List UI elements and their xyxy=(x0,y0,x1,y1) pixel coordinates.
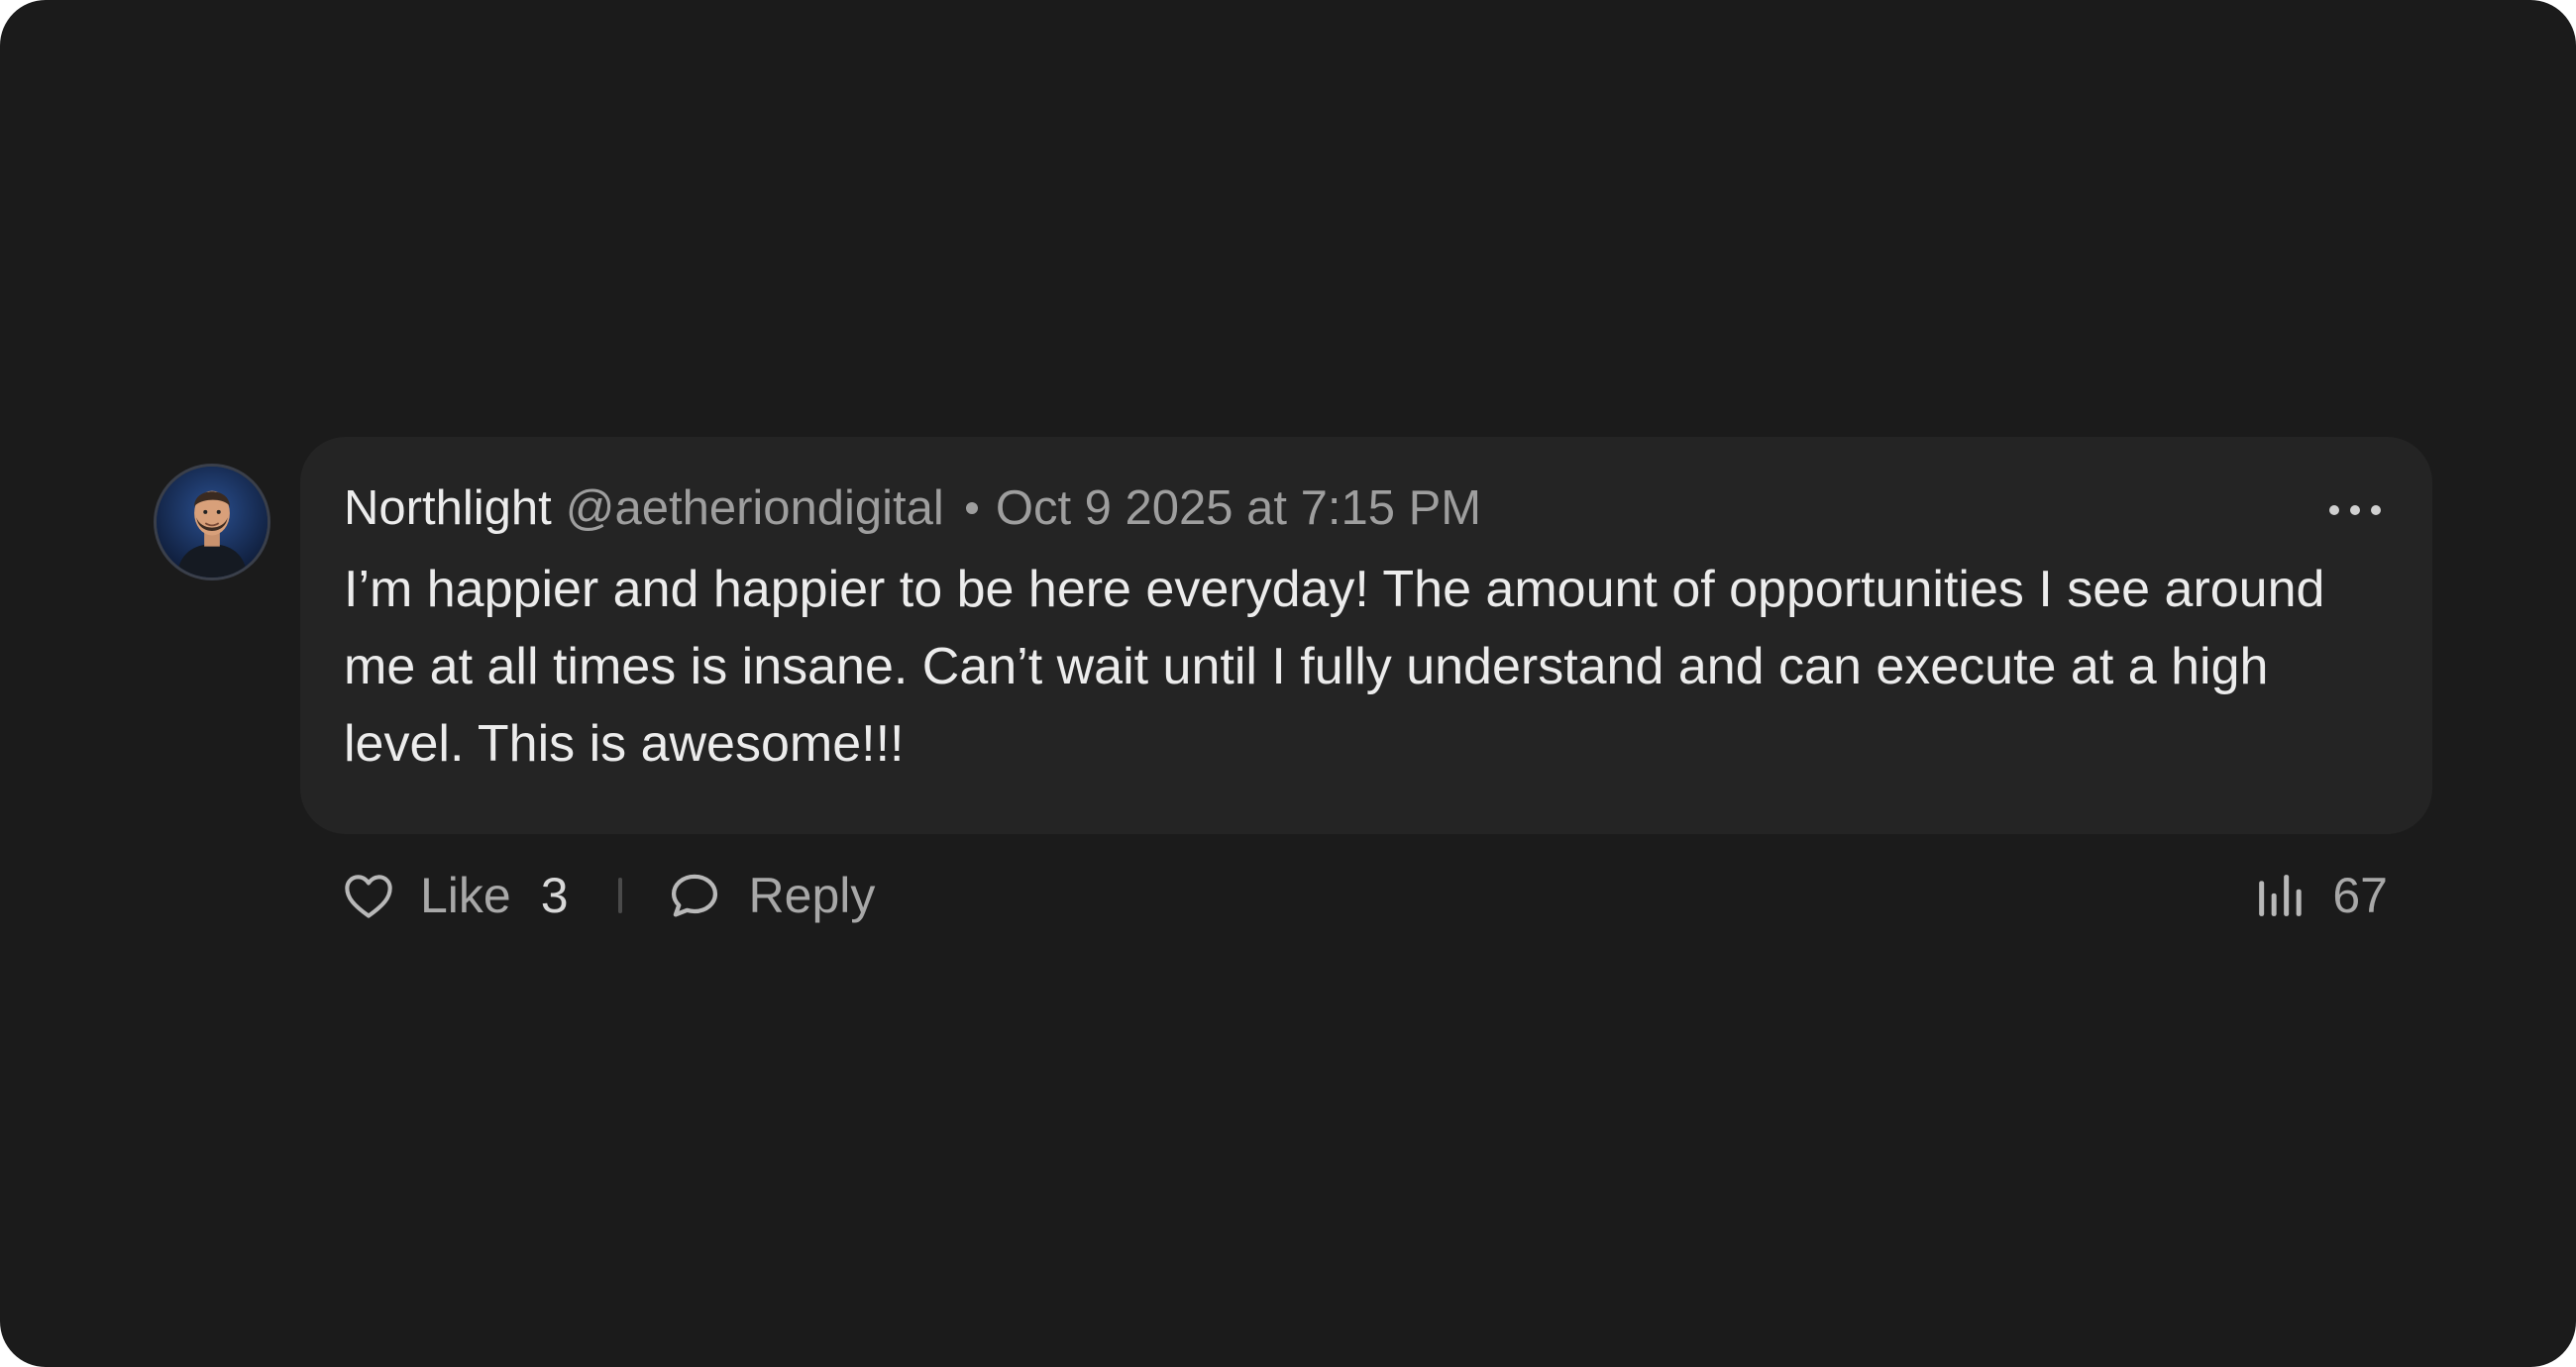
separator-dot xyxy=(965,502,978,514)
reply-label: Reply xyxy=(748,868,876,923)
like-button[interactable]: Like 3 xyxy=(343,867,569,924)
views-count: 67 xyxy=(2332,868,2388,923)
author-handle[interactable]: @aetheriondigital xyxy=(566,480,944,536)
author-name[interactable]: Northlight xyxy=(344,480,552,536)
comment-bubble: Northlight @aetheriondigital Oct 9 2025 … xyxy=(300,437,2432,834)
comment-panel: Northlight @aetheriondigital Oct 9 2025 … xyxy=(0,0,2576,1367)
reply-button[interactable]: Reply xyxy=(668,867,876,924)
like-count: 3 xyxy=(540,868,569,923)
comment-timestamp: Oct 9 2025 at 7:15 PM xyxy=(995,481,1482,535)
comment-text: I’m happier and happier to be here every… xyxy=(344,561,2325,773)
like-label: Like xyxy=(420,868,511,923)
speech-bubble-icon xyxy=(671,874,717,917)
comment-meta: Northlight @aetheriondigital Oct 9 2025 … xyxy=(344,469,1481,548)
comment-actions: Like 3 Reply xyxy=(343,854,875,937)
bar-chart-icon xyxy=(2259,875,2303,916)
heart-icon xyxy=(345,875,392,918)
views-indicator: 67 xyxy=(2255,854,2388,937)
more-horizontal-icon xyxy=(2329,505,2339,515)
action-divider xyxy=(617,878,622,913)
more-options-button[interactable] xyxy=(2325,490,2385,530)
avatar[interactable] xyxy=(154,464,270,580)
user-avatar-icon xyxy=(157,467,268,578)
